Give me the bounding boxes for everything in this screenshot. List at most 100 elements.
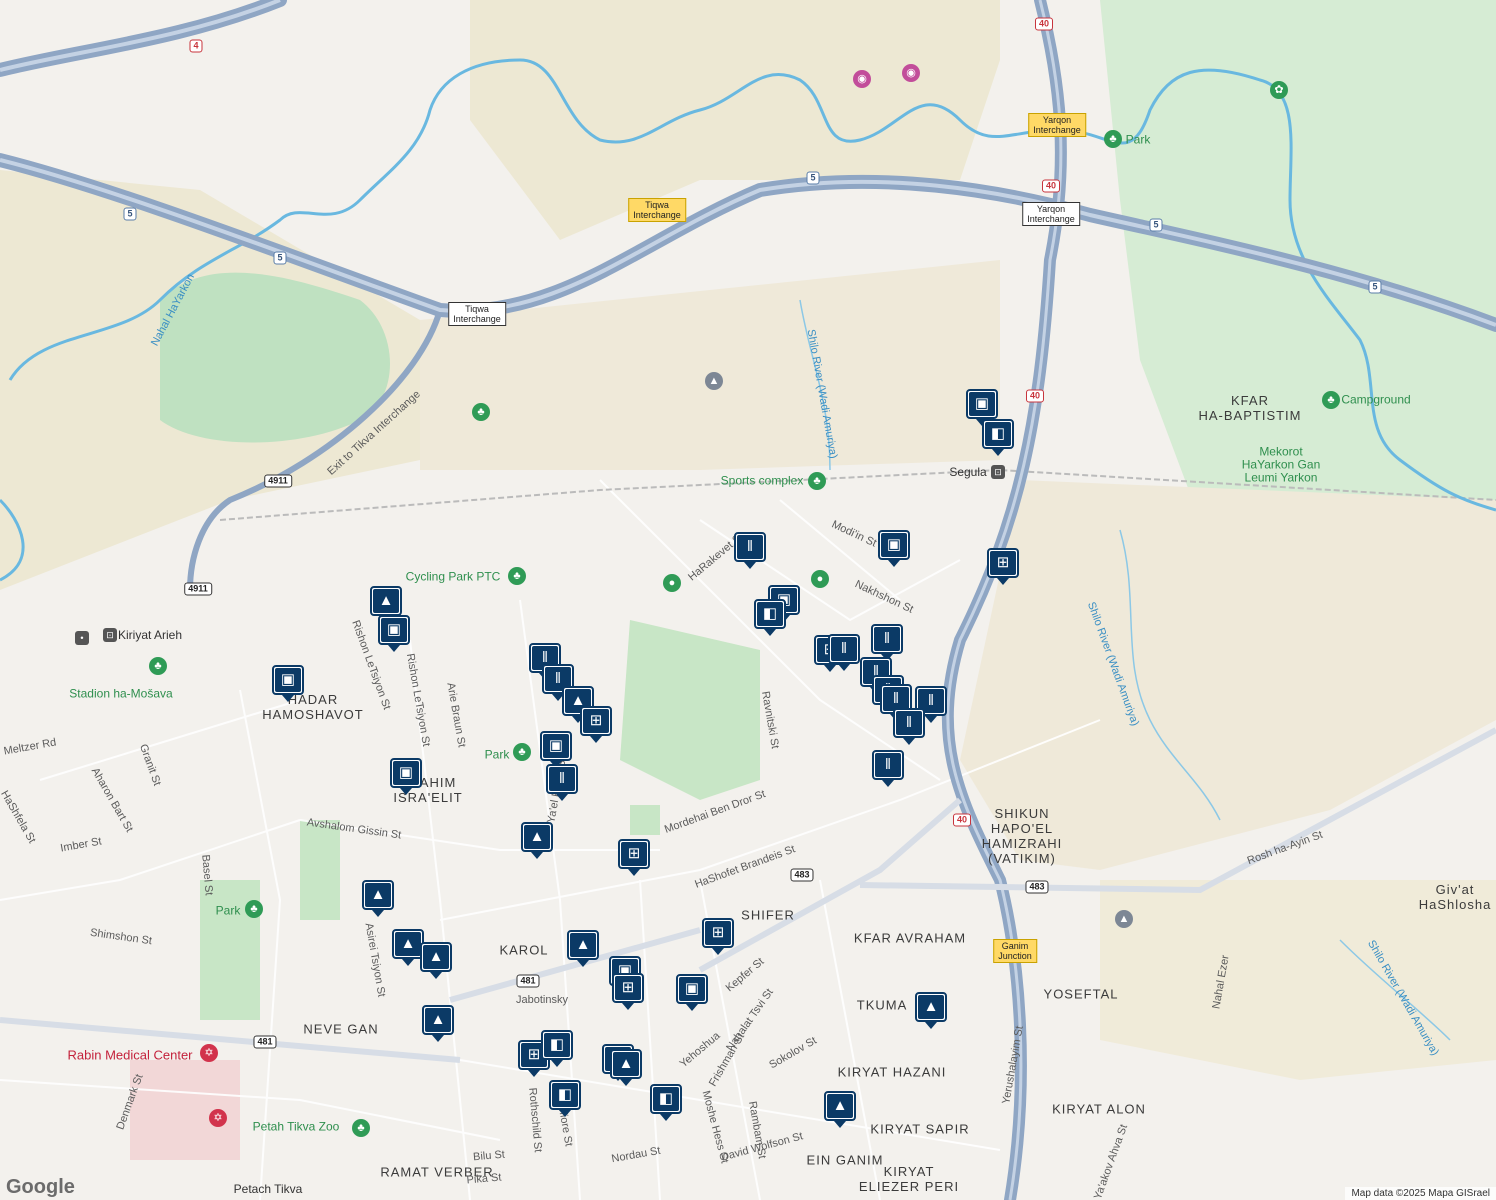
pin-frame: ⊞ bbox=[580, 706, 612, 736]
pin-frame: ▣ bbox=[272, 665, 304, 695]
cafe-pin-icon[interactable]: ◧ bbox=[549, 1080, 585, 1117]
shopping-pin-icon[interactable]: ▣ bbox=[390, 758, 426, 795]
pin-tail bbox=[282, 695, 294, 702]
school-icon[interactable]: ▲ bbox=[705, 372, 723, 390]
pin-frame: ▣ bbox=[878, 530, 910, 560]
park-icon[interactable]: ♣ bbox=[352, 1119, 370, 1137]
cafe-pin-icon[interactable]: ◧ bbox=[754, 599, 790, 636]
pin-tail bbox=[372, 910, 384, 917]
park-icon[interactable]: ♣ bbox=[808, 472, 826, 490]
cafe-pin-icon[interactable]: ◧ bbox=[541, 1030, 577, 1067]
route-shield-40: 40 bbox=[952, 813, 972, 827]
pin-tail bbox=[925, 1022, 937, 1029]
restaurant-pin-icon[interactable]: ‖ bbox=[871, 624, 907, 661]
shopping-icon: ▣ bbox=[275, 668, 301, 692]
school-icon[interactable]: ▲ bbox=[1115, 910, 1133, 928]
map-base-layer bbox=[0, 0, 1496, 1200]
pin-tail bbox=[764, 629, 776, 636]
map-canvas[interactable]: HADAR HAMOSHAVOT HAAHIM ISRA'ELIT KAROL SHI… bbox=[0, 0, 1496, 1200]
school-pin-icon[interactable]: ▲ bbox=[420, 942, 456, 979]
grocery-pin-icon[interactable]: ⊞ bbox=[702, 918, 738, 955]
cafe-pin-icon[interactable]: ◧ bbox=[982, 419, 1018, 456]
pin-tail bbox=[402, 959, 414, 966]
pin-tail bbox=[660, 1114, 672, 1121]
pin-frame: ▲ bbox=[370, 586, 402, 616]
train-station-icon[interactable]: ⊡ bbox=[991, 465, 1005, 479]
cafe-icon: ◧ bbox=[653, 1087, 679, 1111]
school-pin-icon[interactable]: ▲ bbox=[521, 822, 557, 859]
cafe-icon: ◧ bbox=[985, 422, 1011, 446]
route-shield-5: 5 bbox=[273, 251, 287, 265]
restaurant-pin-icon[interactable]: ‖ bbox=[872, 750, 908, 787]
route-shield-5: 5 bbox=[123, 207, 137, 221]
pin-frame: ▣ bbox=[390, 758, 422, 788]
shopping-pin-icon[interactable]: ▣ bbox=[272, 665, 308, 702]
pin-frame: ▲ bbox=[610, 1049, 642, 1079]
park-icon[interactable]: ♣ bbox=[472, 403, 490, 421]
school-pin-icon[interactable]: ▲ bbox=[915, 992, 951, 1029]
route-shield-483: 483 bbox=[790, 868, 814, 882]
park-icon[interactable]: ♣ bbox=[513, 743, 531, 761]
school-pin-icon[interactable]: ▲ bbox=[824, 1091, 860, 1128]
pin-tail bbox=[992, 449, 1004, 456]
school-icon: ▲ bbox=[827, 1094, 853, 1118]
shopping-icon: ▣ bbox=[969, 392, 995, 416]
school-icon: ▲ bbox=[423, 945, 449, 969]
school-pin-icon[interactable]: ▲ bbox=[422, 1005, 458, 1042]
park-icon[interactable]: ● bbox=[811, 570, 829, 588]
cafe-icon: ◧ bbox=[544, 1033, 570, 1057]
attraction-icon[interactable]: ◉ bbox=[853, 70, 871, 88]
shopping-pin-icon[interactable]: ▣ bbox=[878, 530, 914, 567]
school-icon: ▲ bbox=[613, 1052, 639, 1076]
restaurant-pin-icon[interactable]: ‖ bbox=[893, 708, 929, 745]
train-station-icon[interactable]: ⊡ bbox=[103, 628, 117, 642]
restaurant-icon: ‖ bbox=[874, 627, 900, 651]
park-icon[interactable]: ♣ bbox=[245, 900, 263, 918]
school-pin-icon[interactable]: ▲ bbox=[567, 930, 603, 967]
interchange-label-tiqwa-interchange: Tiqwa Interchange bbox=[448, 302, 506, 326]
park-icon[interactable]: ♣ bbox=[149, 657, 167, 675]
park-icon[interactable]: ♣ bbox=[508, 567, 526, 585]
grocery-pin-icon[interactable]: ⊞ bbox=[618, 839, 654, 876]
pin-tail bbox=[628, 869, 640, 876]
pin-tail bbox=[620, 1079, 632, 1086]
route-shield-5: 5 bbox=[1368, 280, 1382, 294]
school-icon: ▲ bbox=[425, 1008, 451, 1032]
shopping-pin-icon[interactable]: ▣ bbox=[378, 615, 414, 652]
school-icon: ▲ bbox=[570, 933, 596, 957]
restaurant-pin-icon[interactable]: ‖ bbox=[828, 634, 864, 671]
school-pin-icon[interactable]: ▲ bbox=[610, 1049, 646, 1086]
restaurant-pin-icon[interactable]: ‖ bbox=[546, 764, 582, 801]
route-shield-40: 40 bbox=[1041, 179, 1061, 193]
hospital-icon[interactable]: ✡ bbox=[200, 1044, 218, 1062]
hospital-icon[interactable]: ✡ bbox=[209, 1109, 227, 1127]
pin-tail bbox=[712, 948, 724, 955]
route-shield-4: 4 bbox=[189, 39, 203, 53]
park-icon[interactable]: ● bbox=[663, 574, 681, 592]
shopping-pin-icon[interactable]: ▣ bbox=[540, 731, 576, 768]
attraction-icon[interactable]: ◉ bbox=[902, 64, 920, 82]
restaurant-pin-icon[interactable]: ‖ bbox=[734, 532, 770, 569]
grocery-pin-icon[interactable]: ⊞ bbox=[580, 706, 616, 743]
park-icon[interactable]: ♣ bbox=[1104, 130, 1122, 148]
park-icon[interactable]: ✿ bbox=[1270, 81, 1288, 99]
cafe-pin-icon[interactable]: ◧ bbox=[650, 1084, 686, 1121]
pin-tail bbox=[528, 1070, 540, 1077]
shopping-pin-icon[interactable]: ▣ bbox=[676, 974, 712, 1011]
route-shield-481: 481 bbox=[516, 974, 540, 988]
school-icon: ▲ bbox=[373, 589, 399, 613]
grocery-pin-icon[interactable]: ⊞ bbox=[987, 548, 1023, 585]
grocery-pin-icon[interactable]: ⊞ bbox=[612, 973, 648, 1010]
route-shield-40: 40 bbox=[1025, 389, 1045, 403]
route-shield-40: 40 bbox=[1034, 17, 1054, 31]
pin-tail bbox=[559, 1110, 571, 1117]
map-attribution[interactable]: Map data ©2025 Mapa GISrael bbox=[1345, 1187, 1496, 1200]
pin-frame: ▲ bbox=[521, 822, 553, 852]
pin-frame: ▣ bbox=[378, 615, 410, 645]
pin-tail bbox=[531, 852, 543, 859]
pin-frame: ⊞ bbox=[987, 548, 1019, 578]
park-icon[interactable]: ♣ bbox=[1322, 391, 1340, 409]
bus-stop-icon[interactable]: • bbox=[75, 631, 89, 645]
shopping-icon: ▣ bbox=[881, 533, 907, 557]
school-pin-icon[interactable]: ▲ bbox=[362, 880, 398, 917]
